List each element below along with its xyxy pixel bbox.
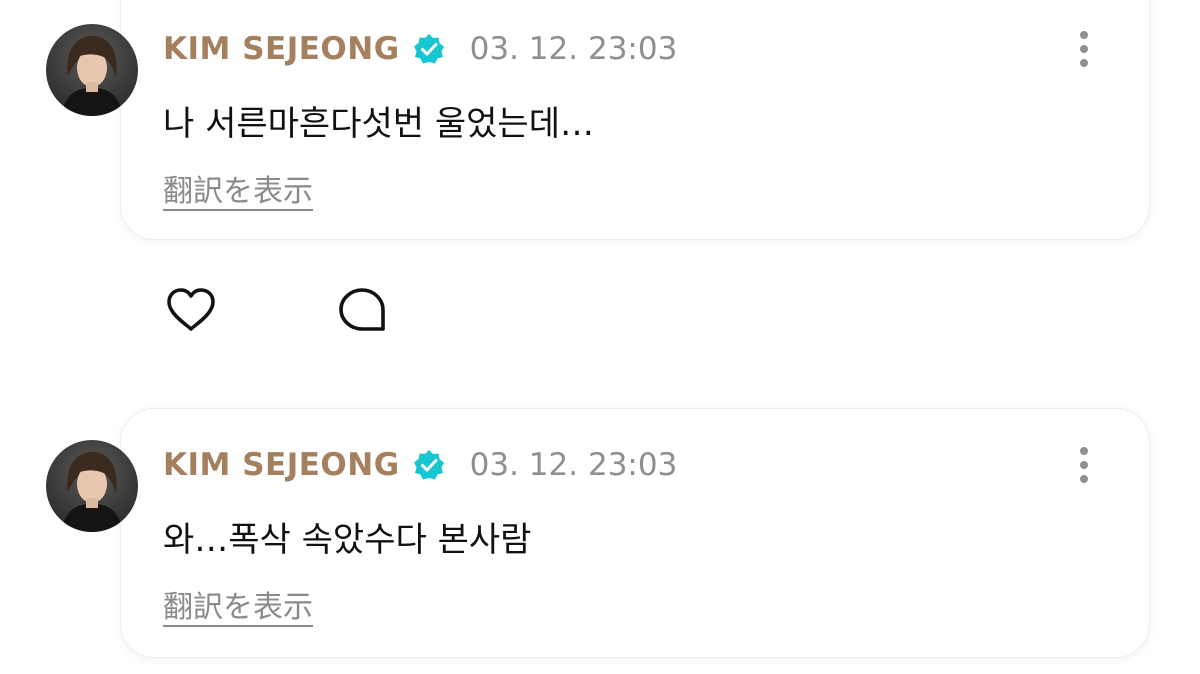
more-vertical-icon[interactable] — [1064, 440, 1104, 490]
avatar[interactable] — [46, 440, 138, 532]
translate-link[interactable]: 翻訳を表示 — [163, 582, 313, 626]
comment-text: 나 서른마흔다섯번 울었는데… — [163, 104, 594, 144]
heart-icon[interactable] — [165, 284, 217, 336]
comment-text: 와…폭삭 속았수다 본사람 — [163, 520, 532, 560]
author-name[interactable]: KIM SEJEONG — [163, 31, 400, 67]
translate-link[interactable]: 翻訳を表示 — [163, 166, 313, 210]
avatar[interactable] — [46, 24, 138, 116]
verified-badge-icon — [412, 32, 446, 66]
timestamp: 03. 12. 23:03 — [469, 447, 678, 483]
comment-bubble-icon[interactable] — [336, 284, 388, 336]
timestamp: 03. 12. 23:03 — [469, 31, 678, 67]
more-vertical-icon[interactable] — [1064, 24, 1104, 74]
author-name[interactable]: KIM SEJEONG — [163, 447, 400, 483]
comment-header: KIM SEJEONG 03. 12. 23:03 — [163, 24, 677, 74]
verified-badge-icon — [412, 448, 446, 482]
comment-header: KIM SEJEONG 03. 12. 23:03 — [163, 440, 677, 490]
